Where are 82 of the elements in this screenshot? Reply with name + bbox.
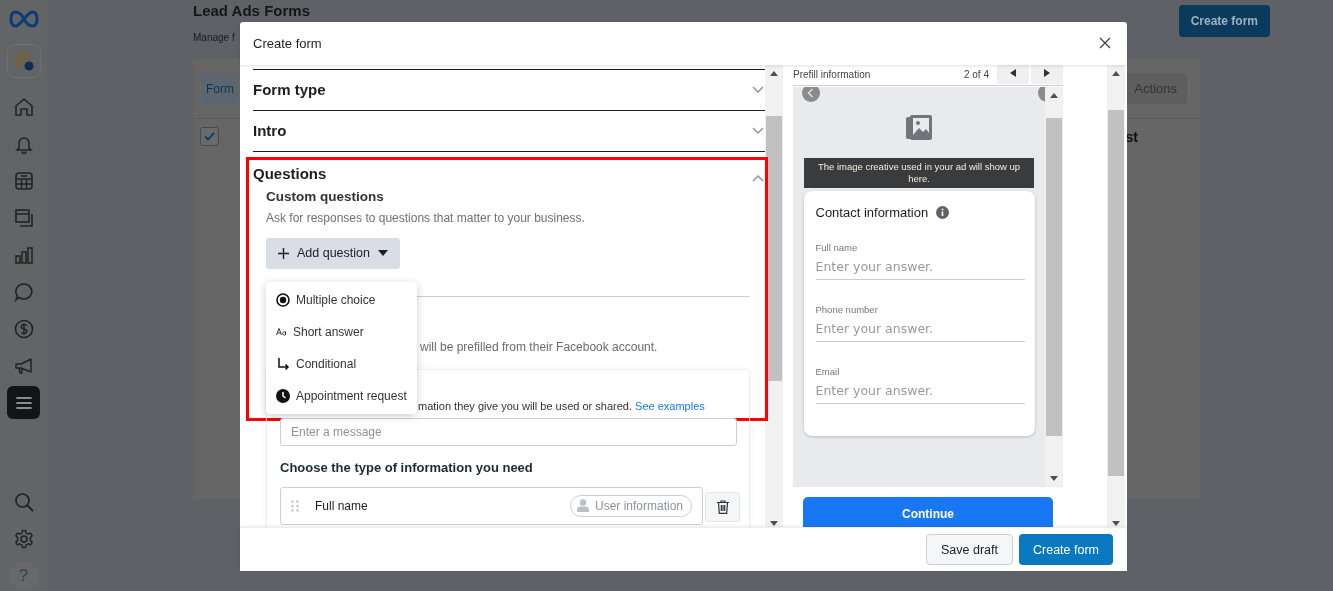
add-question-button[interactable]: Add question (266, 237, 400, 269)
continue-button[interactable]: Continue (803, 496, 1053, 528)
menu-item[interactable]: Short answer (266, 315, 417, 348)
menu-item[interactable]: Appointment request (266, 379, 417, 412)
plus-icon (278, 247, 289, 259)
menu-item-label: Multiple choice (296, 292, 376, 307)
info-heading: Choose the type of information you need (280, 459, 534, 476)
text-format-icon (276, 326, 287, 337)
section-header[interactable]: Intro (253, 110, 765, 151)
page-title: Lead Ads Forms (193, 2, 310, 20)
search-icon (12, 490, 35, 513)
drag-handle-icon[interactable] (291, 499, 299, 512)
field-label: Full name (815, 241, 859, 253)
account-button[interactable] (6, 44, 41, 78)
info-tag-label: User information (594, 498, 683, 513)
card-title: Contact information (815, 204, 929, 220)
infinity-logo-icon[interactable] (8, 10, 39, 28)
image-icon (905, 113, 933, 142)
radio-icon (276, 292, 290, 307)
section-header[interactable]: Questions (253, 161, 765, 182)
turn-arrow-icon (276, 356, 290, 371)
message-input[interactable]: Enter a message (280, 417, 737, 446)
answer-field[interactable]: Enter your answer. (815, 252, 1025, 280)
section-subheading: Custom questions (266, 187, 385, 206)
delete-button[interactable] (705, 491, 740, 522)
column-header: st (1125, 128, 1138, 145)
menu-item-label: Conditional (296, 356, 357, 371)
caret-icon (378, 250, 388, 257)
field-label: Phone number (815, 303, 879, 315)
sidebar-item[interactable] (7, 386, 40, 419)
section-title: Form type (253, 81, 326, 99)
select-all-checkbox[interactable] (200, 127, 219, 146)
scroll-down-icon[interactable] (1050, 475, 1058, 481)
section-title: Questions (253, 164, 327, 182)
clock-icon (276, 388, 290, 403)
triangle-left-icon (1010, 68, 1016, 77)
privacy-note: mation they give you will be used or shared. See examples (418, 398, 706, 414)
preview-heading: Prefill information (793, 69, 872, 81)
settings-icon (12, 527, 35, 550)
chat-icon (12, 280, 35, 303)
section-header[interactable]: Form type (253, 69, 765, 110)
dialog-title: Create form (253, 35, 322, 51)
save-draft-button[interactable]: Save draft (926, 534, 1013, 566)
see-examples-link[interactable]: See examples (635, 399, 705, 412)
next-button[interactable] (1031, 64, 1063, 84)
scroll-up-icon[interactable] (1112, 70, 1120, 76)
trash-icon (716, 499, 729, 514)
menu-item-label: Short answer (293, 324, 364, 339)
checkmark-icon (204, 132, 215, 141)
answer-field[interactable]: Enter your answer. (815, 314, 1025, 342)
create-form-button[interactable]: Create form (1019, 534, 1113, 566)
info-row-label: Full name (315, 498, 369, 513)
previous-button[interactable] (997, 64, 1029, 84)
dollar-icon (12, 317, 35, 340)
prefill-note: will be prefilled from their Facebook account. (420, 338, 659, 355)
windows-icon (12, 206, 35, 229)
page-subtitle: Manage f (193, 32, 235, 43)
menu-item-label: Appointment request (296, 388, 407, 403)
menu-item[interactable]: Multiple choice (266, 283, 417, 316)
scrollbar[interactable] (1045, 86, 1063, 487)
avatar-icon (12, 50, 35, 72)
scrollbar[interactable] (1107, 64, 1125, 528)
triangle-right-icon (1044, 68, 1050, 77)
info-row[interactable]: Full name User information (280, 486, 703, 525)
image-notice-banner: The image creative used in your ad will show up here. (804, 157, 1034, 188)
section-description: Ask for responses to questions that matter to your business. (266, 209, 586, 226)
menu-item[interactable]: Conditional (266, 347, 417, 380)
person-icon (576, 499, 589, 513)
close-icon[interactable] (1099, 37, 1111, 50)
info-icon[interactable] (936, 205, 950, 219)
field-label: Email (815, 365, 841, 377)
page-counter: 2 of 4 (963, 69, 989, 81)
answer-field[interactable]: Enter your answer. (815, 376, 1025, 404)
chevron-up-icon[interactable] (752, 173, 764, 182)
scroll-up-icon[interactable] (1050, 92, 1058, 98)
create-form-button[interactable]: Create form (1178, 5, 1270, 37)
chevron-down-icon[interactable] (752, 85, 764, 94)
table-icon (12, 169, 35, 192)
section-title: Intro (253, 122, 287, 140)
chevron-down-icon[interactable] (752, 126, 764, 135)
home-icon (12, 95, 35, 118)
scroll-up-icon[interactable] (770, 70, 778, 76)
